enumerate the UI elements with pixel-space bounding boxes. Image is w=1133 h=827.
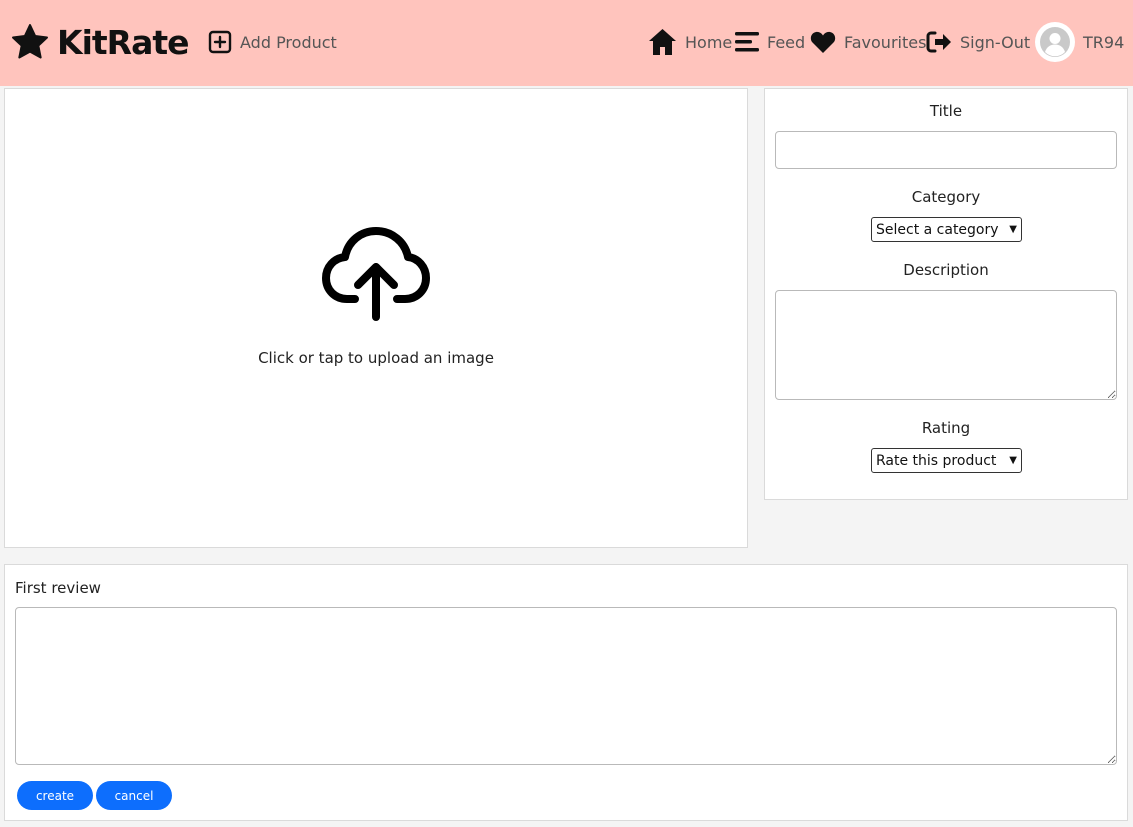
favourites-label: Favourites <box>844 32 927 52</box>
sign-out-link[interactable]: Sign-Out <box>926 30 1030 54</box>
title-input[interactable] <box>775 131 1117 169</box>
cloud-upload-icon <box>322 227 430 321</box>
sign-out-label: Sign-Out <box>960 32 1031 52</box>
sign-out-icon <box>926 31 951 53</box>
upload-prompt: Click or tap to upload an image <box>5 225 747 367</box>
bars-icon <box>735 32 759 52</box>
star-icon <box>12 24 48 59</box>
rating-select[interactable]: Rate this product ▼ <box>871 448 1022 473</box>
navbar: KitRate Add Product Home Feed Favourites <box>0 0 1133 86</box>
feed-label: Feed <box>767 32 806 52</box>
chevron-down-icon: ▼ <box>1009 224 1017 235</box>
home-label: Home <box>685 32 733 52</box>
chevron-down-icon: ▼ <box>1009 455 1017 466</box>
brand-link[interactable]: KitRate <box>10 22 189 62</box>
add-product-link[interactable]: Add Product <box>208 30 337 54</box>
category-select[interactable]: Select a category ▼ <box>871 217 1022 242</box>
username[interactable]: TR94 <box>1083 33 1124 52</box>
heart-icon <box>810 31 836 53</box>
avatar[interactable] <box>1035 22 1075 62</box>
first-review-textarea[interactable] <box>15 607 1117 765</box>
description-textarea[interactable] <box>775 290 1117 400</box>
description-label: Description <box>903 261 989 279</box>
user-avatar-icon <box>1040 27 1070 57</box>
home-link[interactable]: Home <box>648 28 732 56</box>
upload-instruction: Click or tap to upload an image <box>258 349 494 367</box>
home-icon <box>649 29 676 55</box>
rating-selected-value: Rate this product <box>876 452 997 469</box>
cancel-button[interactable]: cancel <box>96 781 172 810</box>
rating-label: Rating <box>921 419 971 437</box>
product-form: Title Category Select a category ▼ Descr… <box>764 88 1128 500</box>
first-review-label: First review <box>15 579 101 597</box>
brand-name: KitRate <box>57 22 189 62</box>
create-button[interactable]: create <box>17 781 93 810</box>
title-label: Title <box>929 102 963 120</box>
category-selected-value: Select a category <box>876 221 999 238</box>
category-label: Category <box>911 188 981 206</box>
review-panel: First review create cancel <box>4 564 1128 821</box>
plus-square-icon <box>208 30 232 54</box>
feed-link[interactable]: Feed <box>735 31 805 53</box>
add-product-label: Add Product <box>240 32 337 52</box>
favourites-link[interactable]: Favourites <box>810 30 926 54</box>
image-upload-area[interactable]: Click or tap to upload an image <box>4 88 748 548</box>
